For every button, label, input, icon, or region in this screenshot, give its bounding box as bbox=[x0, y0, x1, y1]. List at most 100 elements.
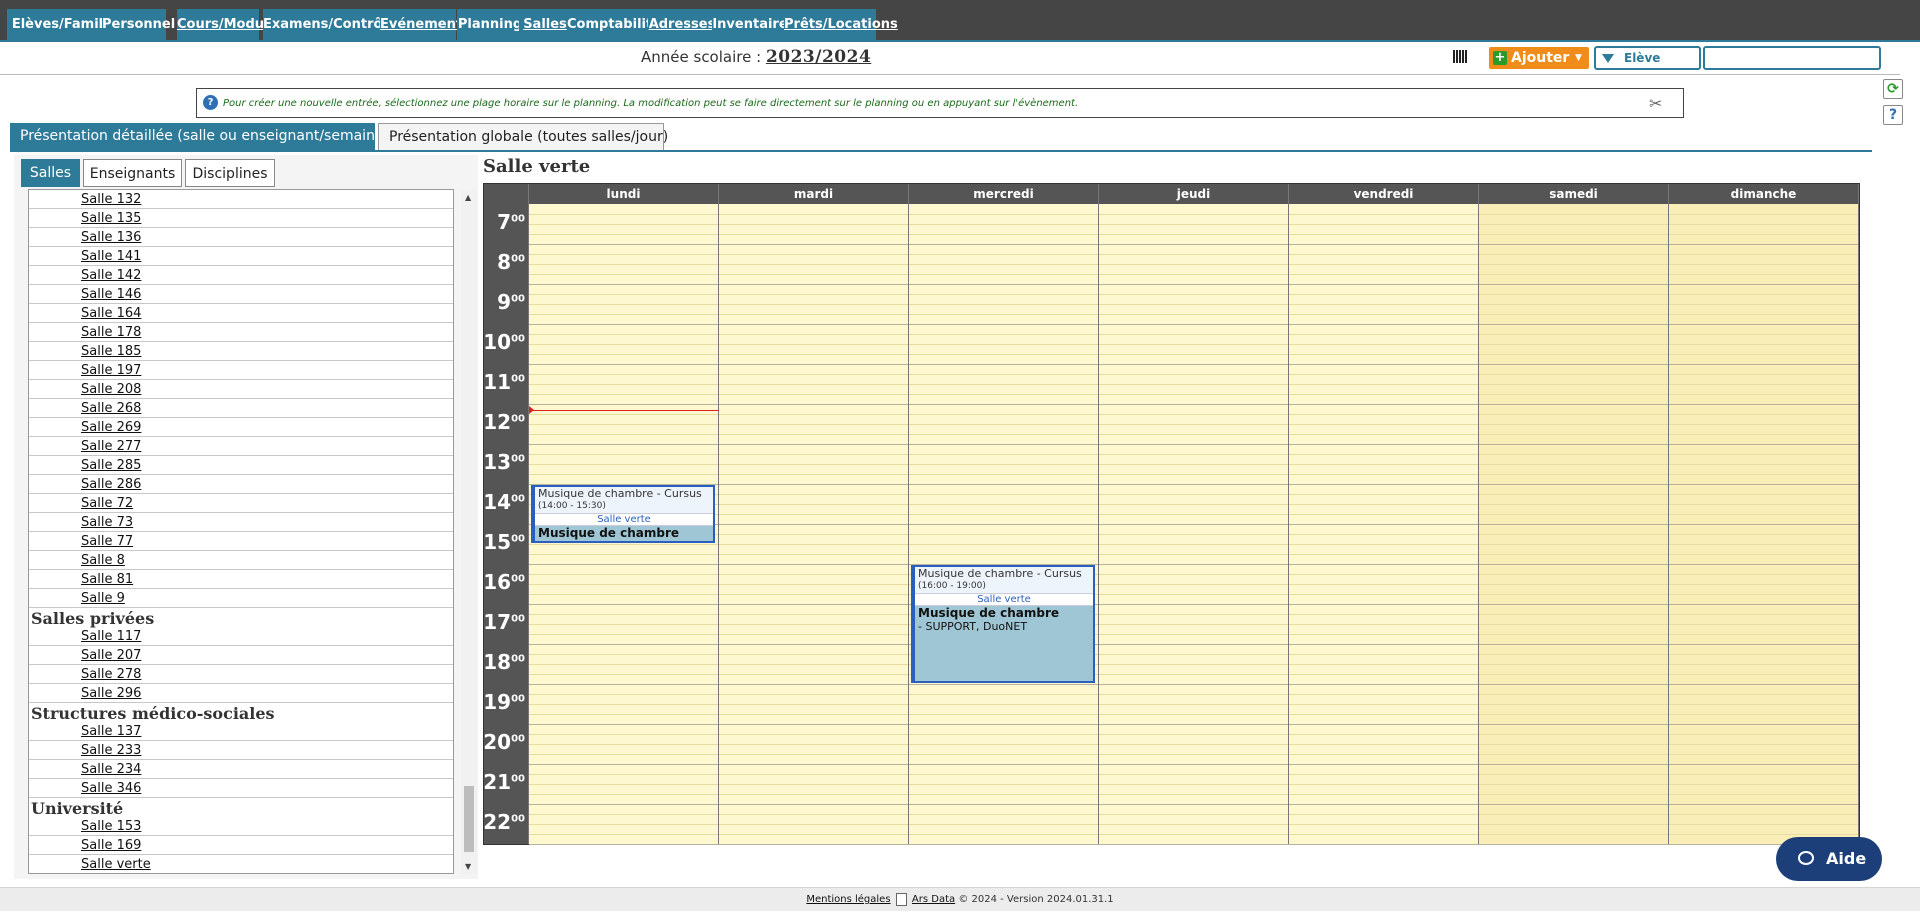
room-list-item[interactable]: Salle 132 bbox=[29, 190, 453, 209]
room-link[interactable]: Salle 9 bbox=[81, 591, 125, 606]
room-link[interactable]: Salle 72 bbox=[81, 496, 133, 511]
help-chat-button[interactable]: Aide bbox=[1776, 837, 1882, 881]
room-link[interactable]: Salle 136 bbox=[81, 230, 141, 245]
room-list-scrollbar[interactable]: ▲ ▼ bbox=[461, 190, 477, 874]
room-list-item[interactable]: Salle 81 bbox=[29, 570, 453, 589]
nav-tab-comptabilite[interactable]: Comptabilité bbox=[567, 9, 661, 40]
legal-link[interactable]: Mentions légales bbox=[806, 894, 890, 905]
nav-tab-salles[interactable]: Salles bbox=[519, 9, 571, 40]
room-list-item[interactable]: Salle 286 bbox=[29, 475, 453, 494]
nav-tab-inventaire[interactable]: Inventaire bbox=[712, 9, 788, 40]
room-link[interactable]: Salle 153 bbox=[81, 819, 141, 834]
room-list-item[interactable]: Salle 9 bbox=[29, 589, 453, 608]
hour-label-20: 2000 bbox=[483, 730, 525, 754]
room-list-item[interactable]: Salle 72 bbox=[29, 494, 453, 513]
room-list-item[interactable]: Salle 197 bbox=[29, 361, 453, 380]
room-link[interactable]: Salle verte bbox=[81, 857, 151, 872]
room-link[interactable]: Salle 197 bbox=[81, 363, 141, 378]
room-list-item[interactable]: Salle 277 bbox=[29, 437, 453, 456]
room-list-item[interactable]: Salle 178 bbox=[29, 323, 453, 342]
room-link[interactable]: Salle 141 bbox=[81, 249, 141, 264]
room-link[interactable]: Salle 169 bbox=[81, 838, 141, 853]
room-list-item[interactable]: Salle 268 bbox=[29, 399, 453, 418]
room-link[interactable]: Salle 132 bbox=[81, 192, 141, 207]
nav-tab-planning[interactable]: Planning bbox=[457, 9, 523, 40]
room-link[interactable]: Salle 277 bbox=[81, 439, 141, 454]
room-list-item[interactable]: Salle 135 bbox=[29, 209, 453, 228]
tab-teachers[interactable]: Enseignants bbox=[83, 159, 182, 187]
room-link[interactable]: Salle 285 bbox=[81, 458, 141, 473]
tab-global-view[interactable]: Présentation globale (toutes salles/jour… bbox=[378, 123, 668, 150]
room-list-item[interactable]: Salle 164 bbox=[29, 304, 453, 323]
room-list-item[interactable]: Salle 185 bbox=[29, 342, 453, 361]
room-link[interactable]: Salle 142 bbox=[81, 268, 141, 283]
room-list-item[interactable]: Salle 285 bbox=[29, 456, 453, 475]
room-link[interactable]: Salle 346 bbox=[81, 781, 141, 796]
room-link[interactable]: Salle 81 bbox=[81, 572, 133, 587]
room-list-item[interactable]: Salle 146 bbox=[29, 285, 453, 304]
nav-tab-personnel[interactable]: Personnel bbox=[102, 9, 175, 40]
search-type-select[interactable]: Elève bbox=[1594, 46, 1701, 70]
tab-disciplines[interactable]: Disciplines bbox=[185, 159, 275, 187]
room-link[interactable]: Salle 268 bbox=[81, 401, 141, 416]
add-button[interactable]: + Ajouter ▼ bbox=[1489, 47, 1589, 69]
room-link[interactable]: Salle 208 bbox=[81, 382, 141, 397]
room-list-item[interactable]: Salle 142 bbox=[29, 266, 453, 285]
room-list-item[interactable]: Salle 346 bbox=[29, 779, 453, 798]
room-list-item[interactable]: Salle 141 bbox=[29, 247, 453, 266]
room-link[interactable]: Salle 135 bbox=[81, 211, 141, 226]
room-link[interactable]: Salle 234 bbox=[81, 762, 141, 777]
room-link[interactable]: Salle 269 bbox=[81, 420, 141, 435]
room-link[interactable]: Salle 296 bbox=[81, 686, 141, 701]
tab-rooms[interactable]: Salles bbox=[21, 159, 80, 187]
room-list-item[interactable]: Salle 73 bbox=[29, 513, 453, 532]
room-list-item[interactable]: Salle 208 bbox=[29, 380, 453, 399]
room-link[interactable]: Salle 185 bbox=[81, 344, 141, 359]
nav-tab-adresses[interactable]: Adresses bbox=[648, 9, 716, 40]
room-list-item[interactable]: Salle 269 bbox=[29, 418, 453, 437]
room-list-item[interactable]: Salle 117 bbox=[29, 627, 453, 646]
room-list-item[interactable]: Salle 153 bbox=[29, 817, 453, 836]
calendar-event[interactable]: Musique de chambre - Cursus (14:00 - 15:3… bbox=[531, 485, 715, 543]
room-list-item[interactable]: Salle verte bbox=[29, 855, 453, 873]
barcode-icon[interactable] bbox=[1453, 50, 1467, 63]
room-list-item[interactable]: Salle 8 bbox=[29, 551, 453, 570]
room-link[interactable]: Salle 207 bbox=[81, 648, 141, 663]
room-link[interactable]: Salle 146 bbox=[81, 287, 141, 302]
scroll-up-icon[interactable]: ▲ bbox=[465, 193, 471, 202]
search-input[interactable] bbox=[1703, 46, 1881, 70]
help-icon[interactable]: ? bbox=[1883, 105, 1903, 125]
room-link[interactable]: Salle 164 bbox=[81, 306, 141, 321]
room-link[interactable]: Salle 73 bbox=[81, 515, 133, 530]
room-link[interactable]: Salle 117 bbox=[81, 629, 141, 644]
tools-icon[interactable]: ✂ bbox=[1649, 94, 1662, 113]
room-list-item[interactable]: Salle 137 bbox=[29, 722, 453, 741]
room-link[interactable]: Salle 233 bbox=[81, 743, 141, 758]
room-list-item[interactable]: Salle 77 bbox=[29, 532, 453, 551]
grid-line bbox=[529, 574, 1859, 575]
nav-tab-evenements[interactable]: Evénements bbox=[380, 9, 470, 40]
room-link[interactable]: Salle 77 bbox=[81, 534, 133, 549]
room-list-item[interactable]: Salle 136 bbox=[29, 228, 453, 247]
nav-tab-cours-modules[interactable]: Cours/Modules bbox=[177, 9, 285, 40]
room-link[interactable]: Salle 278 bbox=[81, 667, 141, 682]
nav-tab-prets-locations[interactable]: Prêts/Locations bbox=[784, 9, 898, 40]
room-list-item[interactable]: Salle 296 bbox=[29, 684, 453, 703]
room-list-item[interactable]: Salle 233 bbox=[29, 741, 453, 760]
scroll-thumb[interactable] bbox=[464, 786, 474, 852]
calendar-event[interactable]: Musique de chambre - Cursus (16:00 - 19:0… bbox=[911, 565, 1095, 683]
scroll-down-icon[interactable]: ▼ bbox=[465, 862, 471, 871]
room-list-item[interactable]: Salle 169 bbox=[29, 836, 453, 855]
room-list-item[interactable]: Salle 207 bbox=[29, 646, 453, 665]
room-list-item[interactable]: Salle 278 bbox=[29, 665, 453, 684]
nav-tab-examens-controles[interactable]: Examens/Contrôles bbox=[263, 9, 403, 40]
refresh-icon[interactable]: ⟳ bbox=[1883, 79, 1903, 99]
room-link[interactable]: Salle 8 bbox=[81, 553, 125, 568]
room-link[interactable]: Salle 286 bbox=[81, 477, 141, 492]
tab-detailed-view[interactable]: Présentation détaillée (salle ou enseign… bbox=[10, 123, 389, 150]
school-year-value[interactable]: 2023/2024 bbox=[766, 47, 871, 67]
room-link[interactable]: Salle 137 bbox=[81, 724, 141, 739]
brand-link[interactable]: Ars Data bbox=[912, 894, 955, 905]
room-list-item[interactable]: Salle 234 bbox=[29, 760, 453, 779]
room-link[interactable]: Salle 178 bbox=[81, 325, 141, 340]
